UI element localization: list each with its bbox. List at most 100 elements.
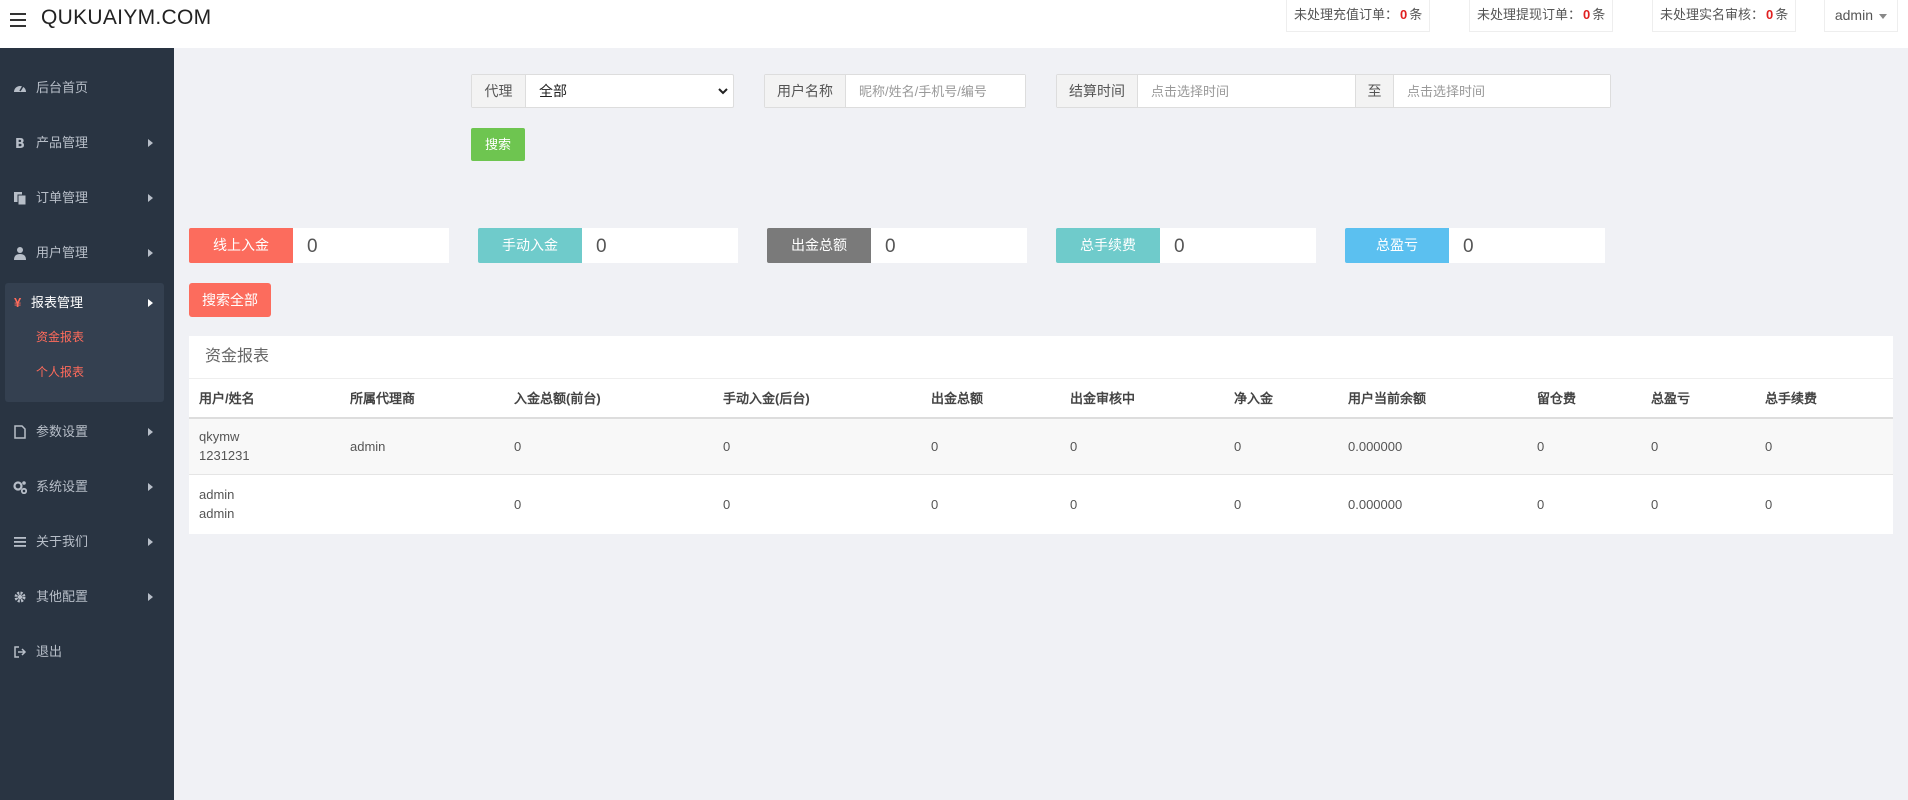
cell: 0 [1234,439,1242,454]
settlement-time-filter: 结算时间 至 [1056,74,1611,108]
cell: 0 [1765,439,1773,454]
time-start-input[interactable] [1139,75,1355,107]
top-bar: QUKUAIYM.COM 未处理充值订单： 0 条 未处理提现订单： 0 条 未处理实名… [0,0,1908,48]
dashboard-icon [14,85,26,92]
search-button[interactable]: 搜索 [471,128,525,161]
agent-cell: admin [350,439,386,454]
agent-select[interactable]: 全部 [527,76,731,106]
sign-out-icon [14,646,27,658]
sidebar-item-users[interactable]: 用户管理 [0,233,174,273]
cell: 0 [514,439,522,454]
cell: 0 [1070,497,1078,512]
agent-filter-label: 代理 [472,75,526,107]
chevron-right-icon [148,299,153,307]
column-header: 入金总额(前台) [514,391,601,406]
cell: 0 [1234,497,1242,512]
notice-count: 0 [1766,7,1774,22]
column-header: 留仓费 [1537,391,1577,406]
yen-icon: ¥ [14,295,22,310]
stat-label: 出金总额 [767,228,871,263]
fund-report-panel: 资金报表 用户/姓名 所属代理商 入金总额(前台) 手动入金(后台) 出金总额 … [189,336,1893,534]
notice-count: 0 [1583,7,1591,22]
column-header: 出金审核中 [1070,391,1136,406]
chevron-right-icon [148,428,153,436]
sidebar-group-reports: ¥ 报表管理 资金报表 个人报表 [5,283,164,402]
table-row: admin admin 0 0 0 0 0 0.000000 0 0 0 [189,476,1893,534]
column-header: 所属代理商 [350,391,416,406]
stat-value: 0 [293,228,449,263]
pending-verification-notice[interactable]: 未处理实名审核： 0 条 [1652,0,1797,32]
table-row: qkymw 1231231 admin 0 0 0 0 0 0.000000 0… [189,419,1893,475]
bitcoin-icon: B [15,137,25,150]
balance-cell: 0.000000 [1348,497,1403,512]
sidebar-item-other-config[interactable]: 其他配置 [0,577,174,617]
stat-label: 总手续费 [1056,228,1160,263]
chevron-right-icon [148,194,153,202]
username-filter-label: 用户名称 [765,75,846,107]
chevron-right-icon [148,139,153,147]
stat-value: 0 [582,228,738,263]
user-cell: admin admin [199,487,235,521]
column-header: 手动入金(后台) [723,391,810,406]
cell: 0 [723,497,731,512]
stat-value: 0 [1449,228,1605,263]
settlement-time-label: 结算时间 [1057,75,1138,107]
site-brand[interactable]: QUKUAIYM.COM [41,6,211,30]
sidebar-item-about[interactable]: 关于我们 [0,522,174,562]
search-all-button[interactable]: 搜索全部 [189,283,271,317]
cogs-icon [13,481,27,494]
column-header: 用户当前余额 [1348,391,1427,406]
pending-recharge-notice[interactable]: 未处理充值订单： 0 条 [1286,0,1431,32]
balance-cell: 0.000000 [1348,439,1403,454]
sidebar-item-products[interactable]: B 产品管理 [0,123,174,163]
notice-count: 0 [1400,7,1408,22]
sidebar: 后台首页 B 产品管理 订单管理 用户管理 ¥ 报表管理 资金报表 个人报表 参… [0,48,174,800]
gear-icon [14,591,26,603]
agent-filter: 代理 全部 [471,74,734,108]
column-header: 净入金 [1234,391,1274,406]
stat-value: 0 [871,228,1027,263]
sidebar-subitem-fund-report[interactable]: 资金报表 [36,328,84,345]
cell: 0 [1537,439,1545,454]
sidebar-item-parameters[interactable]: 参数设置 [0,412,174,452]
user-menu[interactable]: admin [1823,0,1898,32]
sidebar-item-system[interactable]: 系统设置 [0,467,174,507]
pending-withdraw-notice[interactable]: 未处理提现订单： 0 条 [1469,0,1614,32]
stat-label: 手动入金 [478,228,582,263]
column-header: 总手续费 [1765,391,1818,406]
sidebar-item-orders[interactable]: 订单管理 [0,178,174,218]
username-filter: 用户名称 [764,74,1026,108]
cell: 0 [514,497,522,512]
divider [189,378,1893,379]
time-end-input[interactable] [1395,75,1610,107]
chevron-right-icon [148,483,153,491]
username-input[interactable] [847,75,1025,107]
cell: 0 [931,497,939,512]
column-header: 用户/姓名 [199,391,255,406]
sidebar-item-reports[interactable]: ¥ 报表管理 [5,283,164,323]
sidebar-item-dashboard[interactable]: 后台首页 [0,68,174,108]
cell: 0 [1651,497,1659,512]
panel-title: 资金报表 [205,348,270,365]
column-header: 出金总额 [931,391,984,406]
list-icon [14,537,26,547]
stat-label: 线上入金 [189,228,293,263]
cell: 0 [1765,497,1773,512]
sidebar-subitem-personal-report[interactable]: 个人报表 [36,363,84,380]
column-header: 总盈亏 [1651,391,1691,406]
chevron-right-icon [148,249,153,257]
cell: 0 [1537,497,1545,512]
chevron-right-icon [148,538,153,546]
time-range-separator: 至 [1355,75,1394,107]
file-icon [14,425,26,439]
stat-label: 总盈亏 [1345,228,1449,263]
cell: 0 [1070,439,1078,454]
user-icon [14,247,26,260]
chevron-right-icon [148,593,153,601]
copy-icon [14,192,27,205]
menu-toggle-icon[interactable] [8,10,28,30]
sidebar-item-logout[interactable]: 退出 [0,632,174,672]
svg-text:B: B [15,137,25,150]
stat-value: 0 [1160,228,1316,263]
user-cell: qkymw 1231231 [199,429,250,463]
